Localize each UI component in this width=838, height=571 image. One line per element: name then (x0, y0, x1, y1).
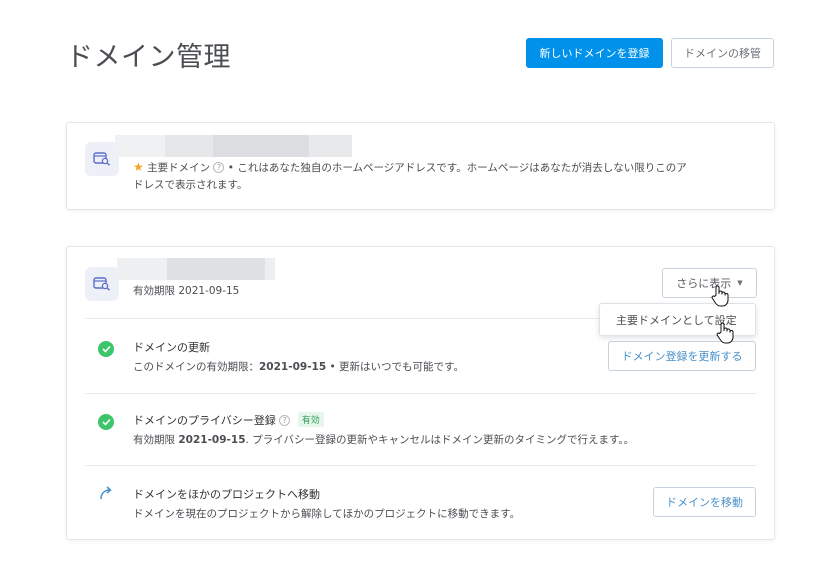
redacted-domain-name-2 (165, 135, 213, 157)
privacy-desc-prefix: 有効期限 (133, 434, 179, 446)
renew-description: このドメインの有効期限：2021-09-15 • 更新はいつでも可能です。 (133, 359, 464, 374)
primary-domain-label: 主要ドメイン (147, 162, 211, 174)
redacted-domain-name-4 (309, 135, 352, 157)
expiry-date: 有効期限 2021-09-15 (133, 285, 240, 297)
privacy-title-line: ドメインのプライバシー登録 ? 有効 (133, 412, 324, 428)
domain-detail-card: 有効期限 2021-09-15 さらに表示 ▼ ドメインの更新 このドメインの有… (66, 246, 775, 540)
move-title: ドメインをほかのプロジェクトへ移動 (133, 488, 320, 501)
status-badge: 有効 (297, 412, 324, 427)
help-icon[interactable]: ? (213, 162, 225, 173)
privacy-desc-date: 2021-09-15 (178, 434, 246, 446)
redacted-domain-name (117, 258, 167, 280)
divider (85, 393, 756, 394)
divider (85, 465, 756, 466)
redacted-domain-name-3 (213, 135, 309, 157)
renew-desc-date: 2021-09-15 (259, 361, 327, 373)
privacy-description: 有効期限 2021-09-15. プライバシー登録の更新やキャンセルはドメイン更… (133, 432, 634, 447)
help-icon[interactable]: ? (279, 415, 291, 426)
primary-description-line2: ドレスで表示されます。 (133, 179, 248, 191)
renew-desc-suffix: • 更新はいつでも可能です。 (326, 361, 465, 373)
move-description: ドメインを現在のプロジェクトから解除してほかのプロジェクトに移動できます。 (133, 508, 521, 520)
check-circle-icon (98, 341, 114, 357)
caret-down-icon: ▼ (737, 279, 743, 287)
renew-domain-button[interactable]: ドメイン登録を更新する (608, 341, 756, 371)
domain-search-icon (85, 267, 119, 301)
page-title: ドメイン管理 (66, 42, 231, 73)
move-arrow-icon (98, 485, 114, 501)
redacted-domain-name (115, 135, 165, 157)
primary-description-line1: • これはあなた独自のホームページアドレスです。ホームページはあなたが消去しない… (227, 162, 687, 174)
privacy-title: ドメインのプライバシー登録 (133, 414, 276, 427)
renew-title: ドメインの更新 (133, 341, 210, 354)
star-icon: ★ (133, 160, 144, 174)
privacy-desc-suffix: . プライバシー登録の更新やキャンセルはドメイン更新のタイミングで行えます。。 (245, 434, 635, 446)
redacted-domain-name-3 (265, 258, 275, 280)
more-options-button[interactable]: さらに表示 ▼ (662, 268, 757, 298)
primary-domain-description: ★ 主要ドメイン ? • これはあなた独自のホームページアドレスです。ホームペー… (133, 159, 753, 194)
move-domain-button[interactable]: ドメインを移動 (653, 487, 756, 517)
renew-desc-prefix: このドメインの有効期限： (133, 361, 259, 373)
check-circle-icon (98, 414, 114, 430)
transfer-domain-button[interactable]: ドメインの移管 (671, 38, 774, 68)
primary-domain-card: ★ 主要ドメイン ? • これはあなた独自のホームページアドレスです。ホームペー… (66, 122, 775, 210)
hand-cursor-icon (711, 285, 729, 307)
domain-search-icon (85, 142, 119, 176)
new-domain-button[interactable]: 新しいドメインを登録 (526, 38, 663, 68)
hand-cursor-icon (716, 322, 734, 344)
redacted-domain-name-2 (167, 258, 265, 280)
